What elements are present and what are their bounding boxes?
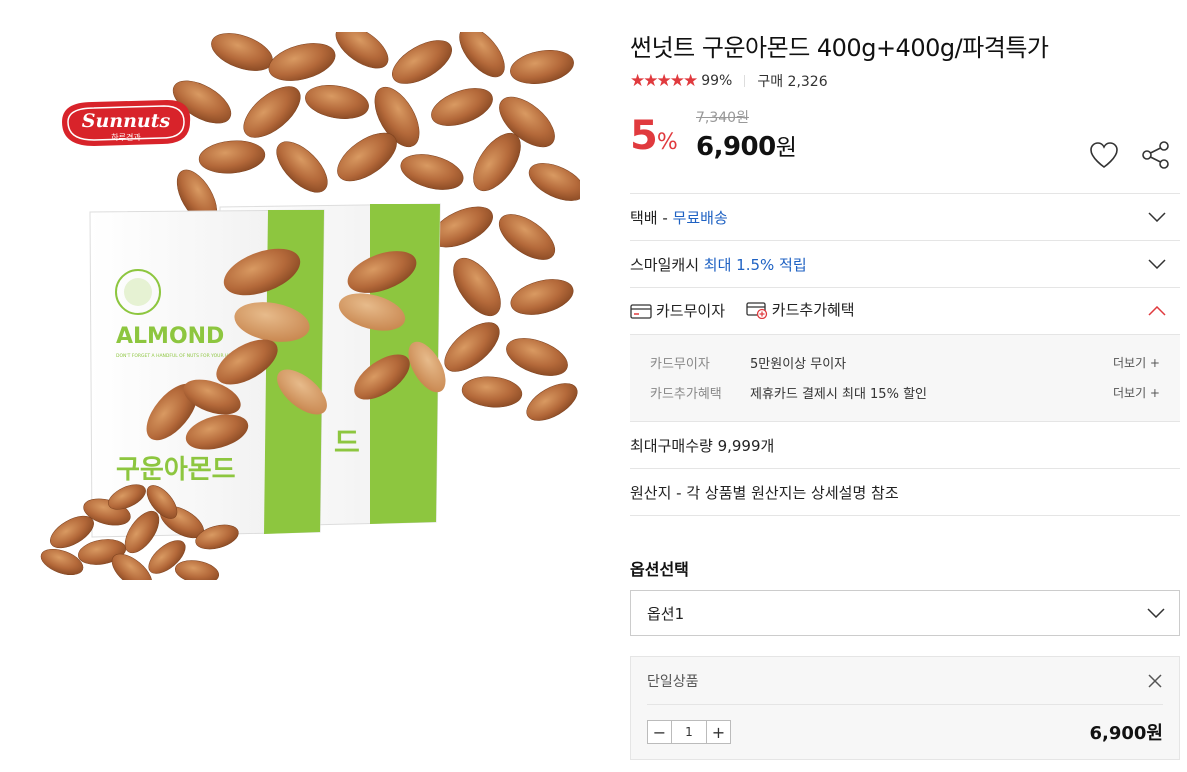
shipping-value: 무료배송 (672, 208, 728, 227)
brand-logo: Sunnuts 하루견과 (62, 100, 191, 146)
selected-item-name: 단일상품 (647, 673, 699, 690)
price-block: 7,340원 5% 6,900원 (630, 102, 1180, 172)
tab-card-benefit[interactable]: 카드추가혜택 (746, 299, 855, 320)
info-rows: 택배 - 무료배송 스마일캐시 최대 1.5% 적립 카드무이자 카드추가혜택 (630, 193, 1180, 516)
card-detail-panel: 카드무이자 5만원이상 무이자 더보기 + 카드추가혜택 제휴카드 결제시 최대… (630, 335, 1180, 422)
svg-text:구운아몬드: 구운아몬드 (116, 455, 236, 485)
svg-text:하루견과: 하루견과 (111, 132, 141, 142)
quantity-stepper: − 1 + (647, 720, 731, 744)
close-icon[interactable] (1147, 673, 1163, 689)
card-detail-label: 카드무이자 (650, 356, 710, 372)
smilecash-value: 최대 1.5% 적립 (703, 255, 807, 274)
card-detail-value: 5만원이상 무이자 (750, 356, 847, 372)
svg-text:ALMOND: ALMOND (116, 324, 224, 349)
option-select[interactable]: 옵션1 (630, 590, 1180, 636)
svg-text:DON'T FORGET A HANDFUL OF NUTS: DON'T FORGET A HANDFUL OF NUTS FOR YOUR … (116, 353, 242, 359)
card-tabs: 카드무이자 카드추가혜택 (630, 299, 871, 323)
origin-row: 원산지 - 각 상품별 원산지는 상세설명 참조 (630, 469, 1180, 516)
smilecash-label: 스마일캐시 (630, 255, 704, 274)
rating-percent[interactable]: 99% (701, 73, 732, 89)
quantity-input[interactable]: 1 (671, 721, 707, 743)
sale-price: 6,900원 (696, 128, 797, 162)
card-icon (630, 304, 652, 319)
card-detail-row: 카드추가혜택 제휴카드 결제시 최대 15% 할인 더보기 + (650, 377, 1160, 407)
rating-stars-icon: ★★★★★ (630, 71, 698, 91)
chevron-up-icon[interactable] (1148, 306, 1166, 316)
quantity-plus-button[interactable]: + (707, 721, 730, 743)
card-benefit-row[interactable]: 카드무이자 카드추가혜택 (630, 288, 1180, 335)
product-photo: Sunnuts 하루견과 드 ALMOND DON'T FORGET A HAN… (40, 32, 580, 580)
card-detail-row: 카드무이자 5만원이상 무이자 더보기 + (650, 347, 1160, 377)
share-icon[interactable] (1140, 140, 1172, 170)
smilecash-info: 스마일캐시 최대 1.5% 적립 (630, 254, 807, 275)
sale-price-value: 6,900 (696, 132, 776, 162)
card-plus-icon (746, 302, 767, 319)
product-info-panel: 썬넛트 구운아몬드 400g+400g/파격특가 ★★★★★ 99% 구매 2,… (630, 30, 1180, 760)
tab-card-installment-label: 카드무이자 (656, 302, 726, 321)
selected-item-header: 단일상품 (647, 657, 1163, 705)
shipping-row[interactable]: 택배 - 무료배송 (630, 194, 1180, 241)
tab-card-installment[interactable]: 카드무이자 (630, 300, 725, 321)
shipping-info: 택배 - 무료배송 (630, 207, 728, 228)
option-selected-value: 옵션1 (647, 604, 685, 623)
divider (744, 75, 746, 87)
chevron-down-icon[interactable] (1148, 212, 1166, 222)
tab-card-benefit-label: 카드추가혜택 (771, 301, 855, 320)
rating-row: ★★★★★ 99% 구매 2,326 (630, 70, 1180, 92)
sale-price-unit: 원 (775, 135, 797, 161)
svg-text:Sunnuts: Sunnuts (82, 110, 171, 132)
selected-item-box: 단일상품 − 1 + 6,900원 (630, 656, 1180, 760)
max-purchase-row: 최대구매수량 9,999개 (630, 422, 1180, 469)
quantity-minus-button[interactable]: − (648, 721, 671, 743)
more-link[interactable]: 더보기 + (1113, 354, 1160, 371)
discount-unit: % (656, 130, 678, 155)
card-detail-label: 카드추가혜택 (650, 386, 722, 402)
discount-value: 5 (630, 113, 658, 159)
smilecash-row[interactable]: 스마일캐시 최대 1.5% 적립 (630, 241, 1180, 288)
chevron-down-icon (1147, 608, 1165, 618)
product-image: Sunnuts 하루견과 드 ALMOND DON'T FORGET A HAN… (32, 32, 580, 580)
discount-rate: 5% (630, 113, 678, 163)
card-detail-value: 제휴카드 결제시 최대 15% 할인 (750, 386, 927, 402)
more-link[interactable]: 더보기 + (1113, 384, 1160, 401)
product-title: 썬넛트 구운아몬드 400g+400g/파격특가 (630, 34, 1049, 62)
shipping-label: 택배 - (630, 208, 673, 227)
original-price: 7,340원 (696, 110, 749, 126)
selected-item-body: − 1 + 6,900원 (647, 705, 1163, 759)
chevron-down-icon[interactable] (1148, 259, 1166, 269)
svg-text:드: 드 (334, 426, 360, 459)
selected-item-price: 6,900원 (1089, 723, 1164, 744)
purchase-count: 구매 2,326 (757, 74, 828, 90)
heart-icon[interactable] (1088, 140, 1120, 170)
option-section-title: 옵션선택 (630, 560, 689, 579)
